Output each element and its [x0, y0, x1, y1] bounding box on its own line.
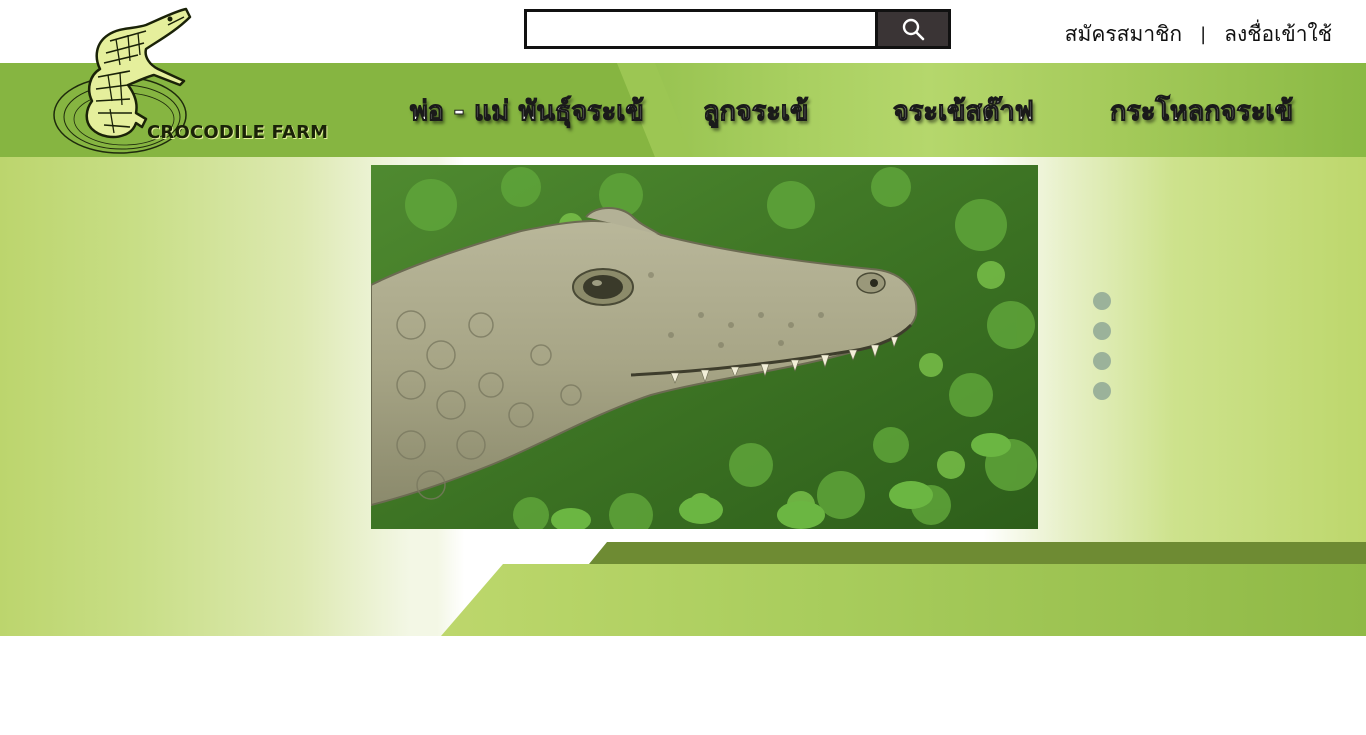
hero-section: [0, 157, 1366, 636]
carousel-dot-4[interactable]: [1093, 382, 1111, 400]
nav-item-crocodile-skulls[interactable]: กระโหลกจระเข้: [1109, 89, 1293, 132]
logo-text: CROCODILE FARM: [147, 122, 329, 143]
crocodile-photo: [371, 165, 1038, 529]
login-link[interactable]: ลงชื่อเข้าใช้: [1224, 18, 1332, 51]
carousel-dot-1[interactable]: [1093, 292, 1111, 310]
carousel-dots: [1093, 292, 1111, 400]
auth-links: สมัครสมาชิก | ลงชื่อเข้าใช้: [1065, 18, 1332, 51]
search-icon: [902, 18, 925, 41]
register-link[interactable]: สมัครสมาชิก: [1065, 18, 1182, 51]
carousel-dot-3[interactable]: [1093, 352, 1111, 370]
carousel-dot-2[interactable]: [1093, 322, 1111, 340]
nav-item-stuffed-crocodiles[interactable]: จระเข้สต๊าฟ: [893, 89, 1035, 132]
nav-item-breeders[interactable]: พ่อ - แม่ พันธุ์จระเข้: [410, 89, 645, 132]
nav-item-baby-crocodiles[interactable]: ลูกจระเข้: [702, 89, 808, 132]
auth-separator: |: [1200, 24, 1207, 45]
carousel-slide-image[interactable]: [371, 165, 1038, 529]
page: สมัครสมาชิก | ลงชื่อเข้าใช้ พ่อ - แม่ พั…: [0, 0, 1366, 735]
decorative-band-light: [441, 564, 1366, 636]
search-button[interactable]: [875, 12, 948, 46]
site-logo[interactable]: CROCODILE FARM: [50, 5, 328, 157]
search-input[interactable]: [527, 12, 875, 46]
search-box: [524, 9, 951, 49]
decorative-band-dark: [589, 542, 1366, 564]
